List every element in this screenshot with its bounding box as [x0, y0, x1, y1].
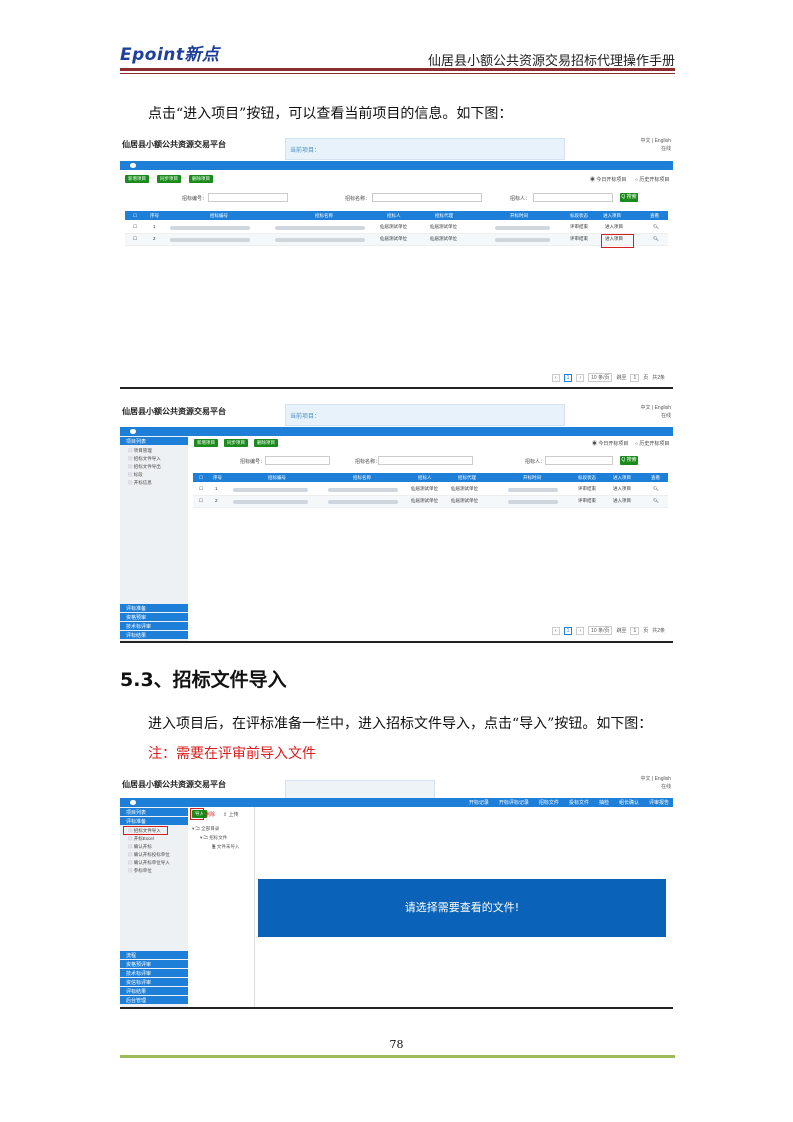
table-row: ☐ 1 仙居测试单位 仙居测试单位 评审结束 进入项目 🔍︎: [125, 222, 668, 234]
search-code-label: 招标编号：: [182, 196, 208, 202]
sidebar-item[interactable]: 项目管理: [128, 448, 152, 454]
radio-all[interactable]: ○ 历史开标项目: [635, 176, 669, 183]
section-title: 5.3、招标文件导入: [120, 669, 287, 691]
lang-switch[interactable]: 中文 | English 在线: [641, 404, 671, 420]
table-row: ☐ 2 仙居测试单位 仙居测试单位 评审结束 进入项目 🔍︎: [125, 234, 668, 246]
current-item-box: 当前项目：: [285, 138, 565, 160]
pager[interactable]: ‹ 1 › 10 条/页 跳至 1 页共2条: [552, 373, 665, 382]
sidebar-item[interactable]: 招标文件导入: [128, 456, 161, 462]
sidebar-item[interactable]: 确认开标投标单位: [128, 852, 170, 858]
search-owner-input[interactable]: [545, 456, 613, 465]
home-icon[interactable]: [130, 163, 136, 168]
home-icon[interactable]: [130, 429, 136, 434]
sidebar-head[interactable]: 资信标评审: [120, 978, 188, 986]
footer-rule: [120, 1055, 675, 1058]
screenshot-file-import: 仙居县小额公共资源交易平台 中文 | English 在线 开标记录 开标评标记录招…: [120, 773, 673, 1009]
delete-button[interactable]: 删除: [205, 811, 215, 818]
new-project-button[interactable]: 新增项目: [194, 439, 218, 447]
search-code-input[interactable]: [208, 193, 288, 202]
search-name-input[interactable]: [378, 456, 473, 465]
search-name-input[interactable]: [372, 193, 482, 202]
blue-nav-bar: [120, 427, 673, 436]
blue-nav-bar: [120, 161, 673, 170]
manual-title: 仙居县小额公共资源交易招标代理操作手册: [427, 54, 675, 69]
file-import-highlight[interactable]: [123, 826, 168, 835]
search-owner-label: 招标人：: [510, 196, 531, 202]
sync-project-button[interactable]: 同步项目: [157, 175, 181, 183]
search-code-label: 招标编号：: [240, 459, 266, 465]
table-header: ☐ 序号 招标编号 招标名称 招标人 招标代理 开标时间 标段状态 进入项目 查…: [125, 211, 668, 220]
tree-node[interactable]: ▾ 🗀 招标文件: [200, 834, 227, 842]
screenshot-project-list: 仙居县小额公共资源交易平台 当前项目： 中文 | English 在线 新增项目 …: [120, 133, 673, 389]
app-title: 仙居县小额公共资源交易平台: [122, 140, 226, 149]
search-code-input[interactable]: [265, 456, 330, 465]
upload-button[interactable]: ⇪ 上传: [223, 811, 239, 818]
lang-switch[interactable]: 中文 | English 在线: [641, 137, 671, 153]
tree-root[interactable]: ▾ 🗀 全部目录: [192, 825, 219, 833]
divider: [254, 807, 255, 1007]
radio-all[interactable]: ○ 历史开标项目: [635, 440, 669, 447]
header-rule: [120, 68, 675, 71]
sidebar-item[interactable]: 开标信息: [128, 480, 152, 486]
import-highlight[interactable]: [190, 808, 204, 820]
sidebar-item[interactable]: 标段: [128, 472, 143, 478]
file-viewer: 请选择需要查看的文件!: [258, 879, 666, 937]
search-name-label: 招标名称：: [355, 459, 381, 465]
sidebar-head[interactable]: 流程: [120, 951, 188, 959]
current-item-box: 当前项目：: [285, 404, 565, 426]
search-button[interactable]: Q 搜索: [620, 456, 638, 465]
note-text: 注：需要在评审前导入文件: [148, 746, 316, 762]
table-row: ☐ 1 仙居测试单位 仙居测试单位 评审结束 进入项目 🔍︎: [193, 484, 668, 496]
paragraph-1: 点击“进入项目”按钮，可以查看当前项目的信息。如下图：: [148, 106, 513, 122]
pager[interactable]: ‹ 1 › 10 条/页 跳至 1 页共2条: [552, 626, 665, 635]
sync-project-button[interactable]: 同步项目: [224, 439, 248, 447]
sidebar-item[interactable]: 开标Excel: [128, 836, 154, 842]
radio-today[interactable]: ◉ 今日开标项目: [590, 176, 626, 183]
table-row: ☐ 2 仙居测试单位 仙居测试单位 评审结束 进入项目 🔍︎: [193, 496, 668, 508]
radio-today[interactable]: ◉ 今日开标项目: [592, 440, 628, 447]
table-header: ☐ 序号 招标编号 招标名称 招标人 招标代理 开标时间 标段状态 进入项目 查…: [193, 473, 668, 482]
new-project-button[interactable]: 新增项目: [125, 175, 149, 183]
sidebar-head[interactable]: 评标准备: [120, 604, 188, 612]
page-number: 78: [389, 1038, 404, 1051]
sidebar-head[interactable]: 评标结果: [120, 631, 188, 639]
search-button[interactable]: Q 搜索: [620, 193, 638, 202]
sidebar-head[interactable]: 后台管理: [120, 996, 188, 1004]
delete-project-button[interactable]: 删除项目: [189, 175, 213, 183]
sidebar-item[interactable]: 确认开标: [128, 844, 152, 850]
sidebar-head-project-list[interactable]: 项目列表: [120, 808, 188, 816]
app-title: 仙居县小额公共资源交易平台: [122, 407, 226, 416]
sidebar-head[interactable]: 评标结果: [120, 987, 188, 995]
enter-project-highlight[interactable]: [601, 234, 634, 248]
sidebar-item[interactable]: 参标单位: [128, 868, 152, 874]
app-title: 仙居县小额公共资源交易平台: [122, 780, 226, 789]
delete-project-button[interactable]: 删除项目: [254, 439, 278, 447]
screenshot-project-list-sidebar: 仙居县小额公共资源交易平台 当前项目： 中文 | English 在线 项目列表 …: [120, 400, 673, 643]
sidebar-item[interactable]: 确认开标单位导入: [128, 860, 170, 866]
tree-leaf[interactable]: 🗎 文件未导入: [212, 843, 239, 851]
search-name-label: 招标名称：: [345, 196, 371, 202]
sidebar-item[interactable]: 招标文件导出: [128, 464, 161, 470]
header-rule-thin: [120, 73, 675, 74]
top-nav[interactable]: 开标记录 开标评标记录 招标文件 投标文件 抽检 组长确认 评审报告: [469, 799, 669, 806]
lang-switch[interactable]: 中文 | English 在线: [641, 775, 671, 791]
search-owner-input[interactable]: [533, 193, 613, 202]
sidebar-head-project-list[interactable]: 项目列表: [120, 437, 188, 445]
home-icon[interactable]: [130, 800, 136, 805]
blue-nav-bar: 开标记录 开标评标记录 招标文件 投标文件 抽检 组长确认 评审报告: [120, 798, 673, 807]
search-owner-label: 招标人：: [525, 459, 546, 465]
paragraph-2: 进入项目后，在评标准备一栏中，进入招标文件导入，点击“导入”按钮。如下图：: [148, 716, 653, 732]
sidebar-head[interactable]: 技术标评审: [120, 622, 188, 630]
epoint-logo: Epoint新点: [120, 45, 220, 65]
sidebar-head-prep[interactable]: 评标准备: [120, 817, 188, 825]
sidebar-head[interactable]: 资格预审: [120, 613, 188, 621]
sidebar-head[interactable]: 技术标评审: [120, 969, 188, 977]
sidebar-head[interactable]: 资格预评审: [120, 960, 188, 968]
